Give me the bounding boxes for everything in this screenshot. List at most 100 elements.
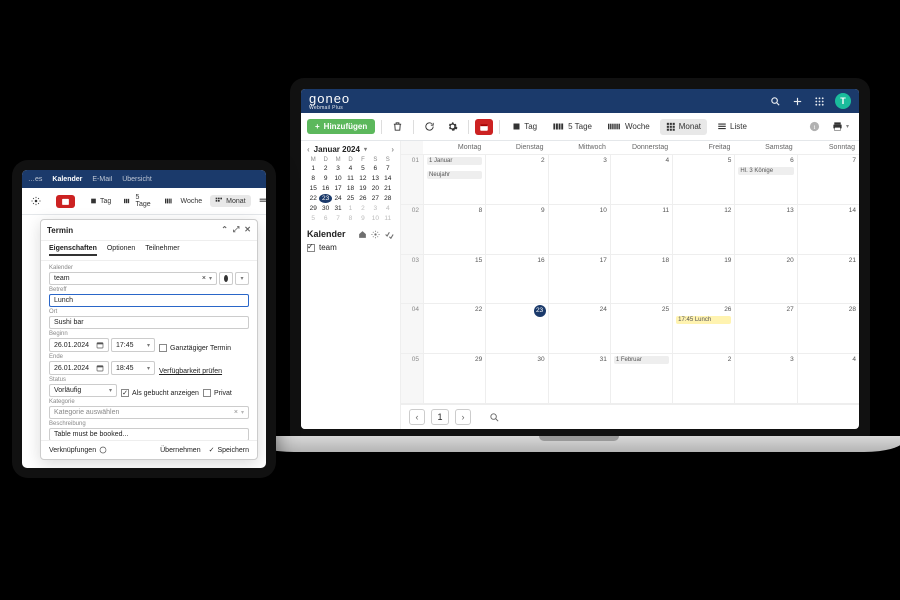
ganztag-checkbox[interactable]: Ganztägiger Termin bbox=[159, 344, 231, 352]
mini-day[interactable]: 3 bbox=[332, 164, 344, 173]
mini-day[interactable]: 30 bbox=[319, 204, 331, 213]
nav-item-kalender[interactable]: Kalender bbox=[52, 176, 82, 183]
mini-day[interactable]: 6 bbox=[319, 214, 331, 223]
page-next[interactable]: › bbox=[455, 409, 471, 425]
day-cell[interactable]: 15 bbox=[423, 255, 485, 304]
mini-day[interactable]: 1 bbox=[307, 164, 319, 173]
day-cell[interactable]: 27 bbox=[734, 304, 796, 353]
nav-item[interactable]: …es bbox=[28, 176, 42, 183]
day-cell[interactable]: 28 bbox=[797, 304, 859, 353]
kategorie-select[interactable]: Kategorie auswählen ×▾ bbox=[49, 406, 249, 419]
calendar-item[interactable]: team bbox=[307, 243, 394, 252]
event-chip[interactable]: Hl. 3 Könige bbox=[738, 167, 793, 175]
info-icon[interactable]: i bbox=[805, 118, 824, 135]
day-cell[interactable]: 29 bbox=[423, 354, 485, 403]
mini-day[interactable]: 22 bbox=[307, 194, 319, 203]
day-cell[interactable]: 21 bbox=[797, 255, 859, 304]
view-tag[interactable]: Tag bbox=[85, 195, 116, 207]
day-cell[interactable]: 31 bbox=[548, 354, 610, 403]
event-chip[interactable]: Neujahr bbox=[427, 171, 482, 179]
mini-day[interactable]: 29 bbox=[307, 204, 319, 213]
mini-day[interactable]: 1 bbox=[344, 204, 356, 213]
gebucht-checkbox[interactable]: Als gebucht anzeigen bbox=[121, 389, 199, 397]
mini-day[interactable]: 2 bbox=[319, 164, 331, 173]
refresh-icon[interactable] bbox=[420, 118, 439, 135]
status-select[interactable]: Vorläufig▾ bbox=[49, 384, 117, 397]
day-cell[interactable]: 19 bbox=[672, 255, 734, 304]
gear-icon[interactable] bbox=[443, 118, 462, 135]
view-monat[interactable]: Monat bbox=[210, 195, 250, 207]
today-icon[interactable] bbox=[475, 119, 493, 135]
view-woche[interactable]: Woche bbox=[602, 119, 656, 134]
day-cell[interactable]: 9 bbox=[485, 205, 547, 254]
day-cell[interactable]: 3 bbox=[734, 354, 796, 403]
mini-day[interactable]: 24 bbox=[332, 194, 344, 203]
day-cell[interactable]: 24 bbox=[548, 304, 610, 353]
mini-day[interactable]: 12 bbox=[357, 174, 369, 183]
mini-day[interactable]: 3 bbox=[369, 204, 381, 213]
verify-link[interactable]: Verfügbarkeit prüfen bbox=[159, 368, 222, 375]
day-cell[interactable]: 30 bbox=[485, 354, 547, 403]
minimize-icon[interactable]: ⌃ bbox=[221, 225, 228, 235]
mini-day[interactable]: 16 bbox=[319, 184, 331, 193]
day-cell[interactable]: 13 bbox=[734, 205, 796, 254]
mini-day[interactable]: 18 bbox=[344, 184, 356, 193]
dropdown-button[interactable]: ▾ bbox=[235, 272, 249, 285]
ende-time-input[interactable]: 18:45▾ bbox=[111, 361, 155, 375]
day-cell[interactable]: 4 bbox=[610, 155, 672, 204]
mini-day[interactable]: 6 bbox=[369, 164, 381, 173]
chevron-down-icon[interactable]: ▾ bbox=[364, 146, 367, 153]
mini-day[interactable]: 4 bbox=[382, 204, 394, 213]
avatar[interactable]: T bbox=[835, 93, 851, 109]
gear-icon[interactable] bbox=[26, 194, 46, 208]
mini-day[interactable]: 5 bbox=[357, 164, 369, 173]
clear-icon[interactable]: × bbox=[234, 409, 238, 416]
day-cell[interactable]: 8 bbox=[423, 205, 485, 254]
view-5tage[interactable]: 5 Tage bbox=[547, 119, 598, 134]
mini-day[interactable]: 8 bbox=[307, 174, 319, 183]
day-cell[interactable]: 6 Hl. 3 Könige bbox=[734, 155, 796, 204]
mini-day[interactable]: 15 bbox=[307, 184, 319, 193]
day-cell[interactable]: 18 bbox=[610, 255, 672, 304]
ort-input[interactable]: Sushi bar bbox=[49, 316, 249, 329]
mini-day[interactable]: 17 bbox=[332, 184, 344, 193]
close-icon[interactable]: ✕ bbox=[244, 225, 251, 235]
checkbox-icon[interactable] bbox=[307, 244, 315, 252]
mini-day[interactable]: 11 bbox=[344, 174, 356, 183]
beschreibung-textarea[interactable]: Table must be booked... bbox=[49, 428, 249, 440]
beginn-date-input[interactable]: 26.01.2024 bbox=[49, 338, 109, 352]
add-button[interactable]: + Hinzufügen bbox=[307, 119, 375, 134]
checklist-icon[interactable] bbox=[384, 230, 394, 239]
day-cell[interactable]: 14 bbox=[797, 205, 859, 254]
kalender-select[interactable]: team ×▾ bbox=[49, 272, 217, 285]
links-button[interactable]: Verknüpfungen bbox=[49, 446, 107, 454]
zoom-icon[interactable] bbox=[489, 412, 500, 423]
day-cell[interactable]: 20 bbox=[734, 255, 796, 304]
mini-day[interactable]: 26 bbox=[357, 194, 369, 203]
today-icon[interactable] bbox=[56, 195, 75, 208]
page-number[interactable]: 1 bbox=[431, 409, 449, 425]
mini-day[interactable]: 21 bbox=[382, 184, 394, 193]
ende-date-input[interactable]: 26.01.2024 bbox=[49, 361, 109, 375]
day-cell[interactable]: 2 bbox=[672, 354, 734, 403]
mini-day[interactable]: 4 bbox=[344, 164, 356, 173]
day-cell[interactable]: 22 bbox=[423, 304, 485, 353]
mini-day[interactable]: 10 bbox=[332, 174, 344, 183]
mini-day[interactable]: 9 bbox=[357, 214, 369, 223]
day-cell[interactable]: 7 bbox=[797, 155, 859, 204]
mini-day[interactable]: 20 bbox=[369, 184, 381, 193]
day-cell[interactable]: 12 bbox=[672, 205, 734, 254]
mini-day[interactable]: 28 bbox=[382, 194, 394, 203]
mini-day[interactable]: 7 bbox=[332, 214, 344, 223]
mini-day[interactable]: 7 bbox=[382, 164, 394, 173]
view-monat[interactable]: Monat bbox=[660, 119, 707, 135]
next-month-icon[interactable]: › bbox=[391, 145, 394, 154]
nav-item-email[interactable]: E-Mail bbox=[92, 176, 112, 183]
view-liste[interactable]: Liste bbox=[711, 119, 753, 134]
mini-day[interactable]: 2 bbox=[357, 204, 369, 213]
tab-teilnehmer[interactable]: Teilnehmer bbox=[145, 245, 179, 256]
day-cell[interactable]: 10 bbox=[548, 205, 610, 254]
event-chip[interactable]: 1 Februar bbox=[614, 356, 669, 364]
home-icon[interactable] bbox=[358, 230, 367, 239]
view-liste[interactable]: Liste bbox=[254, 195, 266, 207]
